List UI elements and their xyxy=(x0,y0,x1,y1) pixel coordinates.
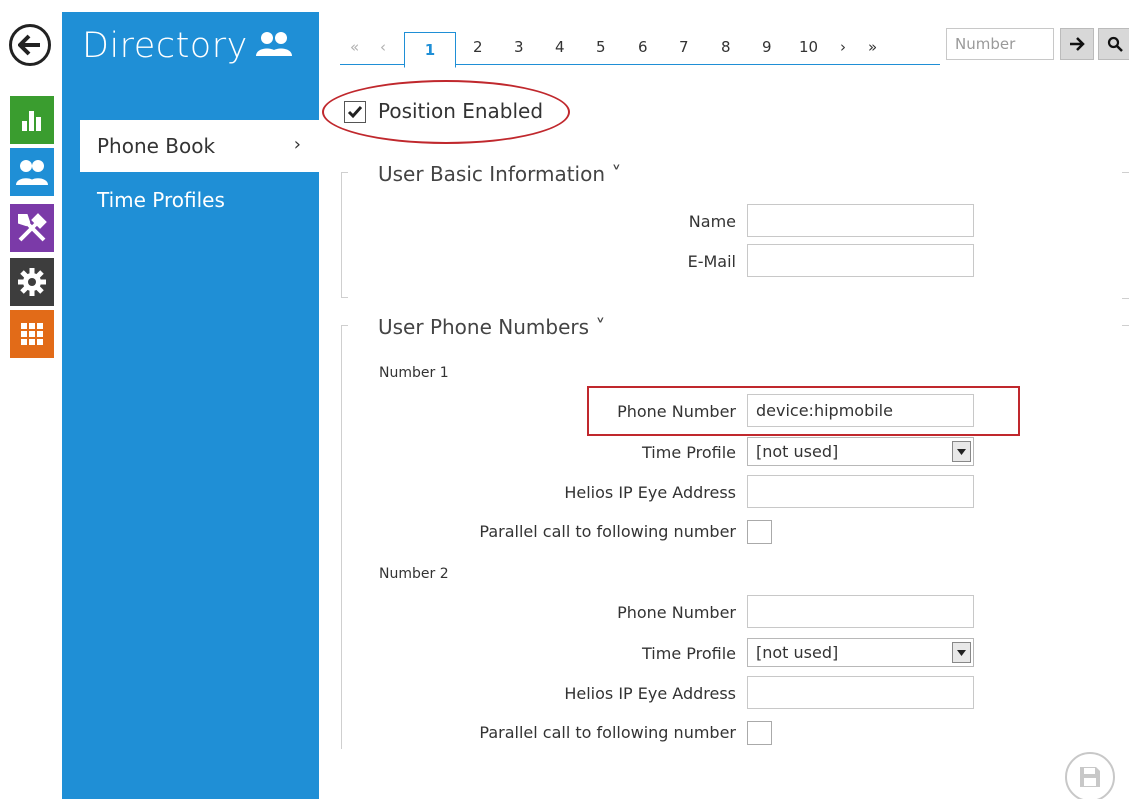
time-profile-label: Time Profile xyxy=(642,443,736,462)
hardware-tools-icon xyxy=(18,213,47,242)
phone-number-2-field[interactable] xyxy=(747,595,974,628)
pager-page[interactable]: 7 xyxy=(679,38,689,56)
dropdown-arrow-icon xyxy=(952,642,971,663)
pager-prev[interactable]: ‹ xyxy=(380,38,386,56)
left-icon-rail xyxy=(0,0,62,799)
position-enabled-checkbox[interactable] xyxy=(344,101,366,123)
time-profile-1-select[interactable]: [not used] xyxy=(747,437,974,466)
go-button[interactable] xyxy=(1060,28,1094,60)
frame-tick xyxy=(342,297,348,298)
frame-tick xyxy=(342,172,348,173)
pager-page[interactable]: 9 xyxy=(762,38,772,56)
parallel-call-label: Parallel call to following number xyxy=(479,723,736,742)
number-search-input[interactable] xyxy=(946,28,1054,60)
frame-tick xyxy=(1122,325,1129,326)
frame-tick xyxy=(1122,172,1129,173)
basic-info-title[interactable]: User Basic Information ˅ xyxy=(378,162,621,186)
chevron-right-icon: › xyxy=(293,134,301,155)
pager-page[interactable]: 3 xyxy=(514,38,524,56)
pager-page[interactable]: 4 xyxy=(555,38,565,56)
eye-address-2-field[interactable] xyxy=(747,676,974,709)
select-value: [not used] xyxy=(756,643,839,662)
parallel-call-1-checkbox[interactable] xyxy=(747,520,772,544)
back-button[interactable] xyxy=(9,24,51,66)
frame-tick xyxy=(1122,298,1129,299)
pager-last[interactable]: » xyxy=(868,38,877,56)
phone-number-1-field[interactable] xyxy=(747,394,974,427)
pager-page[interactable]: 5 xyxy=(596,38,606,56)
rail-services-button[interactable] xyxy=(10,258,54,306)
eye-address-label: Helios IP Eye Address xyxy=(564,684,736,703)
select-value: [not used] xyxy=(756,442,839,461)
sidebar-title: Directory xyxy=(82,26,248,66)
parallel-call-2-checkbox[interactable] xyxy=(747,721,772,745)
search-button[interactable] xyxy=(1098,28,1129,60)
users-icon xyxy=(254,30,294,62)
basic-info-frame xyxy=(341,172,348,298)
search-icon xyxy=(1107,36,1123,52)
pager-page[interactable]: 8 xyxy=(721,38,731,56)
pager-current-page[interactable]: 1 xyxy=(404,32,456,68)
number-2-label: Number 2 xyxy=(379,566,449,582)
phone-numbers-frame xyxy=(341,325,348,749)
eye-address-1-field[interactable] xyxy=(747,475,974,508)
status-chart-icon xyxy=(22,111,41,131)
parallel-call-label: Parallel call to following number xyxy=(479,522,736,541)
position-enabled-label: Position Enabled xyxy=(378,99,544,123)
checkmark-icon xyxy=(347,106,363,119)
name-label: Name xyxy=(688,212,736,231)
name-field[interactable] xyxy=(747,204,974,237)
directory-users-icon xyxy=(16,160,48,185)
phone-number-label: Phone Number xyxy=(617,603,736,622)
save-button[interactable] xyxy=(1065,752,1115,799)
phone-numbers-title[interactable]: User Phone Numbers ˅ xyxy=(378,315,605,339)
pager-page[interactable]: 6 xyxy=(638,38,648,56)
sidebar-item-phone-book[interactable]: Phone Book › xyxy=(80,120,319,172)
pager-page[interactable]: 10 xyxy=(799,38,818,56)
eye-address-label: Helios IP Eye Address xyxy=(564,483,736,502)
rail-status-button[interactable] xyxy=(10,96,54,144)
sidebar-item-label: Phone Book xyxy=(97,134,216,158)
rail-system-button[interactable] xyxy=(10,310,54,358)
sidebar: Directory Phone Book › Time Profiles xyxy=(62,12,319,799)
pager-next[interactable]: › xyxy=(840,38,846,56)
back-arrow-icon xyxy=(18,34,40,56)
services-gear-icon xyxy=(18,268,46,296)
sidebar-item-time-profiles[interactable]: Time Profiles xyxy=(97,188,225,212)
phone-number-label: Phone Number xyxy=(617,402,736,421)
email-label: E-Mail xyxy=(687,252,736,271)
number-1-label: Number 1 xyxy=(379,365,449,381)
pager-page[interactable]: 2 xyxy=(473,38,483,56)
pagination-bar: « ‹ 1 2 3 4 5 6 7 8 9 10 › » xyxy=(340,28,1129,68)
floppy-disk-icon xyxy=(1080,767,1100,787)
pager-first[interactable]: « xyxy=(350,38,359,56)
dropdown-arrow-icon xyxy=(952,441,971,462)
frame-tick xyxy=(342,325,348,326)
time-profile-2-select[interactable]: [not used] xyxy=(747,638,974,667)
system-grid-icon xyxy=(21,323,43,345)
arrow-right-icon xyxy=(1070,37,1085,51)
rail-directory-button[interactable] xyxy=(10,148,54,196)
time-profile-label: Time Profile xyxy=(642,644,736,663)
rail-hardware-button[interactable] xyxy=(10,204,54,252)
email-field[interactable] xyxy=(747,244,974,277)
